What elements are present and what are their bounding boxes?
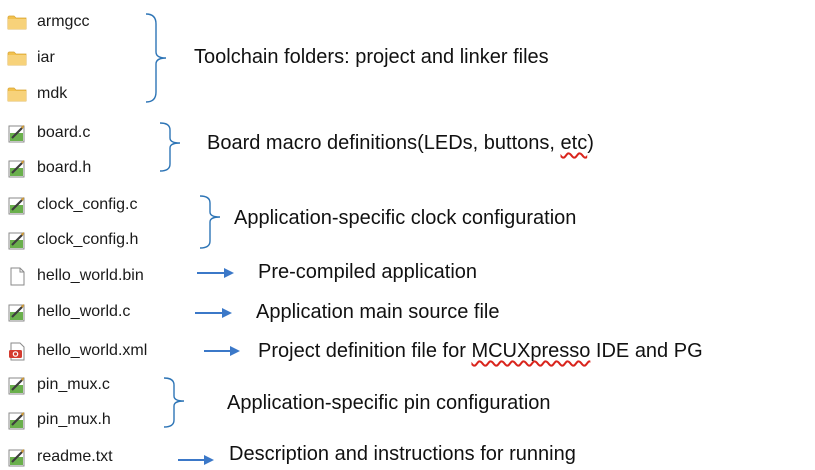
file-name: hello_world.xml	[37, 342, 148, 359]
file-name: hello_world.c	[37, 303, 131, 320]
source-file-icon	[8, 304, 25, 322]
source-file-icon	[8, 232, 25, 250]
file-name: board.c	[37, 124, 91, 141]
source-file-icon	[8, 412, 25, 430]
xml-file-icon	[9, 342, 25, 361]
file-name: armgcc	[37, 13, 90, 30]
source-file-icon	[8, 160, 25, 178]
file-item-readme-txt[interactable]: readme.txt	[6, 444, 113, 470]
file-name: hello_world.bin	[37, 267, 144, 284]
file-name: board.h	[37, 159, 92, 176]
annotation-clock: Application-specific clock configuration	[234, 207, 577, 229]
file-item-clock-config-c[interactable]: clock_config.c	[6, 192, 138, 218]
file-item-board-c[interactable]: board.c	[6, 120, 90, 146]
bracket-board	[159, 122, 181, 172]
file-name: readme.txt	[37, 448, 113, 465]
file-name: pin_mux.h	[37, 411, 111, 428]
source-file-icon	[8, 125, 25, 143]
source-file-icon	[8, 197, 25, 215]
blank-file-icon	[10, 267, 25, 286]
file-item-pin-mux-h[interactable]: pin_mux.h	[6, 407, 111, 433]
source-file-icon	[8, 449, 25, 467]
file-name: iar	[37, 49, 55, 66]
bracket-pinmux	[163, 377, 185, 428]
annotation-xml: Project definition file for MCUXpresso I…	[258, 338, 703, 364]
file-item-mdk[interactable]: mdk	[6, 81, 67, 107]
file-name: clock_config.h	[37, 231, 139, 248]
file-name: clock_config.c	[37, 196, 138, 213]
source-file-icon	[8, 377, 25, 395]
annotation-bin: Pre-compiled application	[258, 261, 478, 283]
arrow-bin	[197, 268, 234, 278]
annotation-source: Application main source file	[256, 301, 500, 323]
annotation-board-text: Board macro definitions(LEDs, buttons,	[207, 132, 561, 154]
arrow-xml	[204, 346, 240, 356]
file-item-hello-world-bin[interactable]: hello_world.bin	[6, 263, 144, 289]
annotation-board: Board macro definitions(LEDs, buttons, e…	[207, 130, 594, 156]
folder-icon	[7, 51, 27, 66]
annotation-toolchain: Toolchain folders: project and linker fi…	[194, 46, 549, 68]
arrow-source	[195, 308, 232, 318]
annotation-readme: Description and instructions for running	[229, 443, 576, 465]
annotation-board-close: )	[587, 132, 594, 154]
file-name: pin_mux.c	[37, 376, 110, 393]
folder-icon	[7, 15, 27, 30]
spellcheck-word: etc	[560, 132, 588, 154]
file-name: mdk	[37, 85, 68, 102]
file-item-pin-mux-c[interactable]: pin_mux.c	[6, 372, 110, 398]
bracket-toolchain	[145, 13, 167, 103]
file-item-clock-config-h[interactable]: clock_config.h	[6, 227, 138, 253]
file-item-armgcc[interactable]: armgcc	[6, 9, 89, 35]
bracket-clock	[199, 195, 221, 249]
annotation-xml-suffix: IDE and PG	[590, 340, 703, 362]
file-item-board-h[interactable]: board.h	[6, 155, 91, 181]
file-item-hello-world-xml[interactable]: hello_world.xml	[6, 338, 147, 364]
file-item-iar[interactable]: iar	[6, 45, 55, 71]
folder-icon	[7, 87, 27, 102]
annotation-pinmux: Application-specific pin configuration	[227, 392, 551, 414]
arrow-readme	[178, 455, 214, 465]
spellcheck-word: MCUXpresso	[471, 340, 591, 362]
annotation-xml-prefix: Project definition file for	[258, 340, 472, 362]
file-item-hello-world-c[interactable]: hello_world.c	[6, 299, 130, 325]
